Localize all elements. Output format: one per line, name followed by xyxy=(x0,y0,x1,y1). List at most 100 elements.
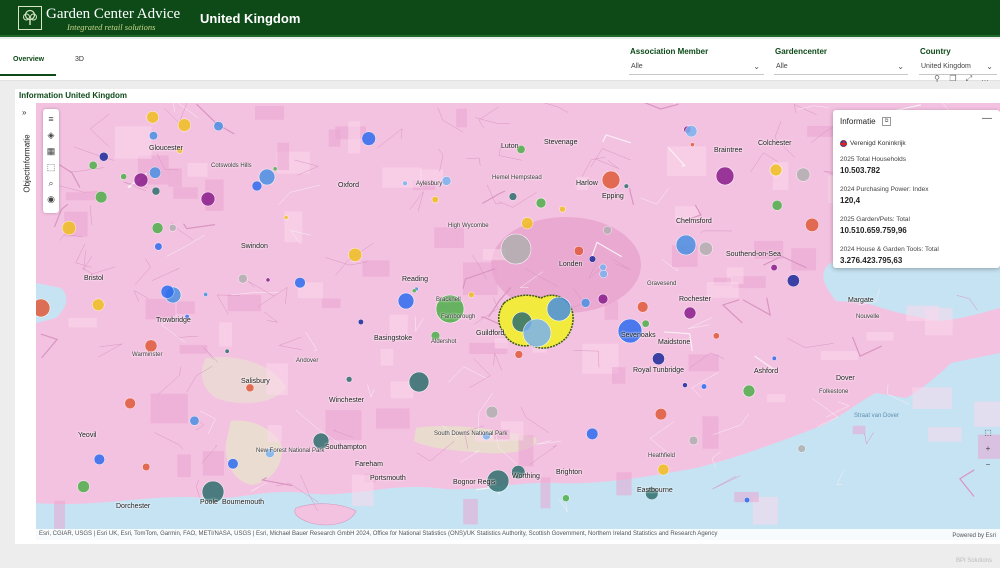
boundary-line xyxy=(176,335,199,338)
map-canvas[interactable]: Gloucester Cotswolds Hills Oxford Luton … xyxy=(36,103,1000,540)
more-options-icon[interactable]: … xyxy=(980,74,990,84)
boundary-line xyxy=(90,205,92,225)
map-label: Hemel Hempstead xyxy=(492,175,542,181)
district-patch xyxy=(150,393,188,424)
garden-center-bubble xyxy=(787,274,800,288)
tab-3d[interactable]: 3D xyxy=(75,56,84,63)
boundary-line xyxy=(469,358,491,388)
garden-center-bubble xyxy=(203,292,209,297)
district-patch xyxy=(375,408,410,429)
garden-center-bubble xyxy=(580,298,591,308)
district-patch xyxy=(328,129,341,147)
district-patch xyxy=(173,187,198,199)
garden-center-bubble xyxy=(500,233,532,265)
map-label: High Wycombe xyxy=(448,223,489,229)
map-label: Margate xyxy=(848,297,874,304)
district-patch xyxy=(389,314,408,335)
district-patch xyxy=(767,394,786,403)
boundary-line xyxy=(536,440,561,445)
map-label: Worthing xyxy=(512,473,540,480)
map-label: Winchester xyxy=(329,397,365,404)
district-patch xyxy=(540,477,551,509)
tab-overview[interactable]: Overview xyxy=(13,56,44,63)
association-member-label: Association Member xyxy=(630,47,709,56)
garden-center-bubble xyxy=(586,427,599,440)
garden-center-bubble xyxy=(769,163,783,177)
focus-mode-icon[interactable]: ⤢ xyxy=(964,74,974,84)
garden-center-bubble xyxy=(92,298,105,312)
garden-center-bubble xyxy=(546,296,572,322)
district-patch xyxy=(176,301,195,315)
garden-center-bubble xyxy=(715,166,735,186)
boundary-line xyxy=(231,292,280,296)
country-value: United Kingdom xyxy=(921,63,971,70)
district-patch xyxy=(924,307,953,336)
menu-icon[interactable]: ≡ xyxy=(45,113,57,125)
pin-icon[interactable]: ⚲ xyxy=(932,74,942,84)
garden-center-bubble xyxy=(272,166,278,172)
country-label: Country xyxy=(920,47,951,56)
boundary-line xyxy=(543,103,569,113)
zoom-in-icon[interactable]: + xyxy=(983,444,993,454)
map-label: Reading xyxy=(402,276,429,283)
double-chevron-right-icon[interactable]: » xyxy=(22,108,26,117)
garden-center-bubble xyxy=(485,405,499,419)
map-label: Trowbridge xyxy=(156,317,191,324)
boundary-line xyxy=(166,234,205,257)
garden-center-bubble xyxy=(177,118,191,132)
garden-center-bubble xyxy=(562,494,570,502)
extent-icon[interactable]: ⬚ xyxy=(983,428,993,438)
side-panel-toggle[interactable]: » Objectinformatie xyxy=(19,105,35,535)
boundary-line xyxy=(466,157,481,166)
map-toolbar: ≡ ◈ ▦ ⬚ ⌕ ◉ xyxy=(43,109,59,213)
chevron-down-icon: ⌄ xyxy=(986,62,993,71)
zoom-out-icon[interactable]: − xyxy=(983,460,993,470)
map-label: Yeovil xyxy=(78,432,97,439)
association-member-select[interactable]: Alle ⌄ xyxy=(629,61,764,75)
garden-center-bubble xyxy=(146,110,159,124)
map-label: South Downs National Park xyxy=(434,431,508,437)
powered-by[interactable]: Powered by Esri xyxy=(952,533,996,539)
basemap-icon[interactable]: ▦ xyxy=(45,145,57,157)
district-patch xyxy=(820,351,859,360)
map-label: Cotswolds Hills xyxy=(211,163,252,169)
district-patch xyxy=(348,121,361,154)
minimize-icon[interactable]: — xyxy=(982,113,992,124)
boundary-line xyxy=(278,184,320,205)
layers-icon[interactable]: ◈ xyxy=(45,129,57,141)
dock-icon[interactable]: ⧉ xyxy=(882,117,891,126)
user-icon[interactable]: ◉ xyxy=(45,193,57,205)
map-label: Bracknell xyxy=(436,297,461,303)
boundary-line xyxy=(70,167,104,172)
select-icon[interactable]: ⬚ xyxy=(45,161,57,173)
gardencenter-value: Alle xyxy=(776,63,788,70)
garden-center-bubble xyxy=(559,205,566,213)
map-label: Eastbourne xyxy=(637,487,673,494)
brand-name: Garden Center Advice xyxy=(46,6,181,22)
gardencenter-select[interactable]: Alle ⌄ xyxy=(774,61,908,75)
garden-center-bubble xyxy=(535,197,547,209)
boundary-line xyxy=(183,223,215,230)
garden-center-bubble xyxy=(348,247,363,262)
garden-center-bubble xyxy=(93,453,105,465)
garden-center-bubble xyxy=(597,293,609,305)
map-label: Chelmsford xyxy=(676,218,712,225)
garden-center-bubble xyxy=(168,223,177,232)
garden-center-bubble xyxy=(283,215,289,220)
boundary-line xyxy=(700,230,732,234)
map-label: Bournemouth xyxy=(222,499,265,506)
country-select[interactable]: United Kingdom ⌄ xyxy=(919,61,997,75)
boundary-line xyxy=(257,286,288,307)
garden-center-bubble xyxy=(683,306,697,320)
garden-center-bubble xyxy=(258,168,276,186)
district-patch xyxy=(616,472,632,496)
search-icon[interactable]: ⌕ xyxy=(45,177,57,189)
boundary-line xyxy=(278,336,303,351)
garden-center-bubble xyxy=(698,241,713,256)
copy-icon[interactable]: ❐ xyxy=(948,74,958,84)
map-label: Folkestone xyxy=(819,389,849,395)
garden-center-bubble xyxy=(641,319,650,328)
garden-center-bubble xyxy=(701,383,708,390)
chevron-down-icon: ⌄ xyxy=(897,62,904,71)
boundary-line xyxy=(247,280,275,297)
